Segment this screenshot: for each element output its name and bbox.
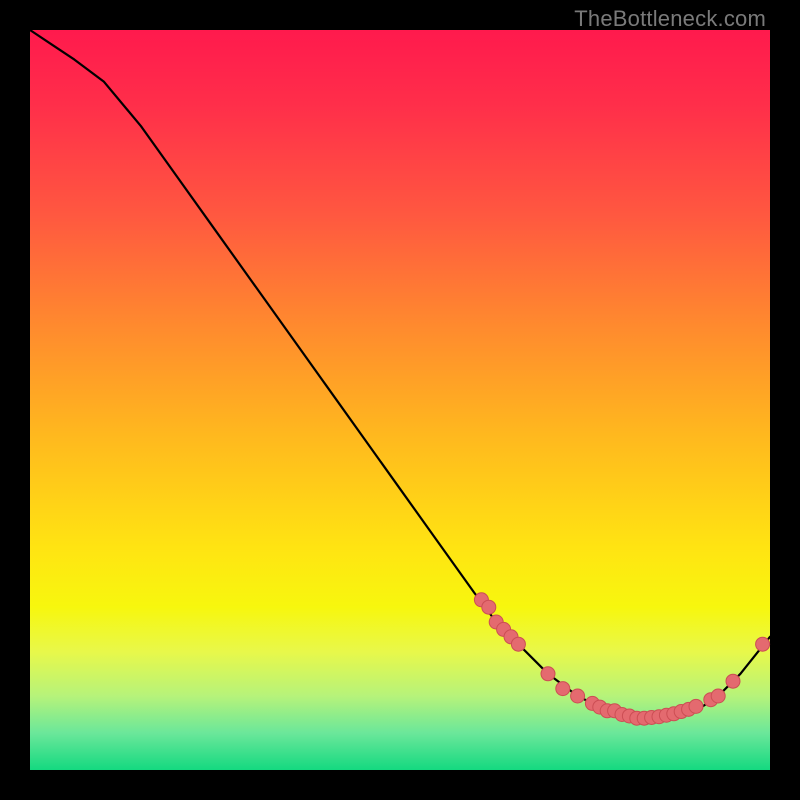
watermark-label: TheBottleneck.com [574,6,766,32]
chart-frame: TheBottleneck.com [0,0,800,800]
highlight-marker-group [474,593,769,725]
curve-svg [30,30,770,770]
highlight-marker [756,637,770,651]
highlight-marker [726,674,740,688]
highlight-marker [689,699,703,713]
plot-area [30,30,770,770]
highlight-marker [556,682,570,696]
highlight-marker [511,637,525,651]
highlight-marker [711,689,725,703]
highlight-marker [482,600,496,614]
highlight-marker [541,667,555,681]
bottleneck-curve [30,30,770,718]
highlight-marker [571,689,585,703]
